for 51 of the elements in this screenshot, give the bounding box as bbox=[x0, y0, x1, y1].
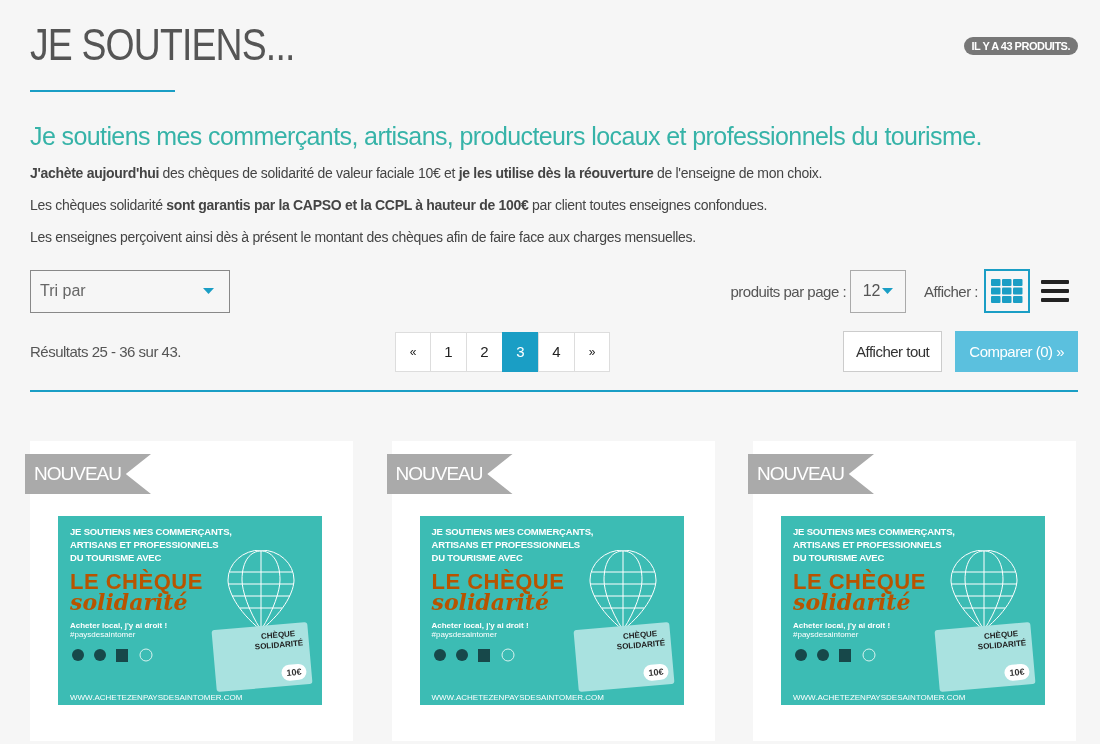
new-ribbon: NOUVEAU bbox=[748, 454, 874, 494]
description-paragraph: J'achète aujourd'hui des chèques de solidarité de valeur faciale 10€ et je les utilise dès la réouverture de l'enseigne de mon choix. bbox=[30, 165, 823, 181]
voucher-card-title: CHÈQUE SOLIDARITÉ bbox=[615, 628, 667, 653]
voucher-value: 10€ bbox=[642, 663, 669, 682]
page-link[interactable]: » bbox=[574, 331, 610, 372]
caret-icon bbox=[203, 288, 214, 294]
image-headline: JE SOUTIENS MES COMMERÇANTS, bbox=[70, 525, 232, 538]
description-paragraph: Les chèques solidarité sont garantis par la CAPSO et la CCPL à hauteur de 100€ par client toutes enseignes confondues. bbox=[30, 197, 769, 213]
view-label: Afficher : bbox=[924, 282, 978, 300]
image-headline: DU TOURISME AVEC bbox=[431, 551, 523, 564]
image-headline: JE SOUTIENS MES COMMERÇANTS, bbox=[431, 525, 594, 538]
image-headline: JE SOUTIENS MES COMMERÇANTS, bbox=[793, 525, 955, 538]
voucher-card-title: CHÈQUE SOLIDARITÉ bbox=[976, 628, 1028, 653]
page-link[interactable]: 4 bbox=[538, 331, 575, 372]
page-subtitle: Je soutiens mes commerçants, artisans, producteurs locaux et professionnels du tourisme. bbox=[30, 122, 983, 151]
caret-icon bbox=[882, 288, 894, 294]
voucher-value: 10€ bbox=[280, 663, 308, 682]
show-all-button[interactable]: Afficher tout bbox=[843, 331, 943, 372]
page-link[interactable]: 1 bbox=[430, 331, 467, 372]
image-url: WWW.ACHETEZENPAYSDESAINTOMER.COM bbox=[793, 693, 966, 702]
image-url: WWW.ACHETEZENPAYSDESAINTOMER.COM bbox=[431, 693, 604, 702]
image-headline: DU TOURISME AVEC bbox=[793, 551, 885, 564]
image-headline: ARTISANS ET PROFESSIONNELS bbox=[431, 538, 580, 551]
new-ribbon: NOUVEAU bbox=[386, 454, 513, 494]
image-headline: ARTISANS ET PROFESSIONNELS bbox=[793, 538, 942, 551]
voucher-image[interactable]: JE SOUTIENS MES COMMERÇANTS, ARTISANS ET PROFESSIONNELS DU TOURISME AVEC LE CHÈQUE solidarité Acheter local, j'y ai droit ! #paysdesaintomer WWW.ACHETEZENPAYSDESAINTOMER.COM CHÈQUE SOLIDARITÉ 10€ bbox=[58, 516, 322, 705]
voucher-value: 10€ bbox=[1003, 663, 1031, 682]
per-page-select[interactable]: 12 bbox=[850, 269, 907, 313]
image-hashtag: #paysdesaintomer bbox=[793, 630, 859, 639]
image-slogan: Acheter local, j'y ai droit ! bbox=[431, 621, 529, 630]
voucher-image[interactable]: JE SOUTIENS MES COMMERÇANTS, ARTISANS ET PROFESSIONNELS DU TOURISME AVEC LE CHÈQUE solidarité Acheter local, j'y ai droit ! #paysdesaintomer WWW.ACHETEZENPAYSDESAINTOMER.COM CHÈQUE SOLIDARITÉ 10€ bbox=[781, 516, 1045, 705]
menu-icon bbox=[1041, 280, 1069, 302]
new-ribbon: NOUVEAU bbox=[25, 454, 151, 494]
image-hashtag: #paysdesaintomer bbox=[70, 630, 136, 639]
image-slogan: Acheter local, j'y ai droit ! bbox=[793, 621, 891, 630]
results-count: Résultats 25 - 36 sur 43. bbox=[30, 343, 182, 360]
voucher-image[interactable]: JE SOUTIENS MES COMMERÇANTS, ARTISANS ET PROFESSIONNELS DU TOURISME AVEC LE CHÈQUE solidarité Acheter local, j'y ai droit ! #paysdesaintomer WWW.ACHETEZENPAYSDESAINTOMER.COM CHÈQUE SOLIDARITÉ 10€ bbox=[419, 516, 684, 705]
sort-select[interactable]: Tri par bbox=[30, 269, 230, 313]
per-page-label: produits par page : bbox=[730, 282, 847, 300]
grid-icon bbox=[991, 279, 1023, 303]
page-title: JE SOUTIENS... bbox=[30, 20, 295, 70]
product-count-badge: IL Y A 43 PRODUITS. bbox=[963, 37, 1078, 55]
image-hashtag: #paysdesaintomer bbox=[431, 630, 497, 639]
image-slogan: Acheter local, j'y ai droit ! bbox=[70, 621, 168, 630]
image-headline: ARTISANS ET PROFESSIONNELS bbox=[70, 538, 219, 551]
image-headline: DU TOURISME AVEC bbox=[70, 551, 162, 564]
description-paragraph: Les enseignes perçoivent ainsi dès à présent le montant des chèques afin de faire face aux charges mensuelles. bbox=[30, 229, 697, 245]
image-url: WWW.ACHETEZENPAYSDESAINTOMER.COM bbox=[70, 693, 243, 702]
page-link[interactable]: 2 bbox=[466, 331, 503, 372]
voucher-card-title: CHÈQUE SOLIDARITÉ bbox=[253, 628, 305, 653]
page-link[interactable]: « bbox=[395, 331, 431, 372]
